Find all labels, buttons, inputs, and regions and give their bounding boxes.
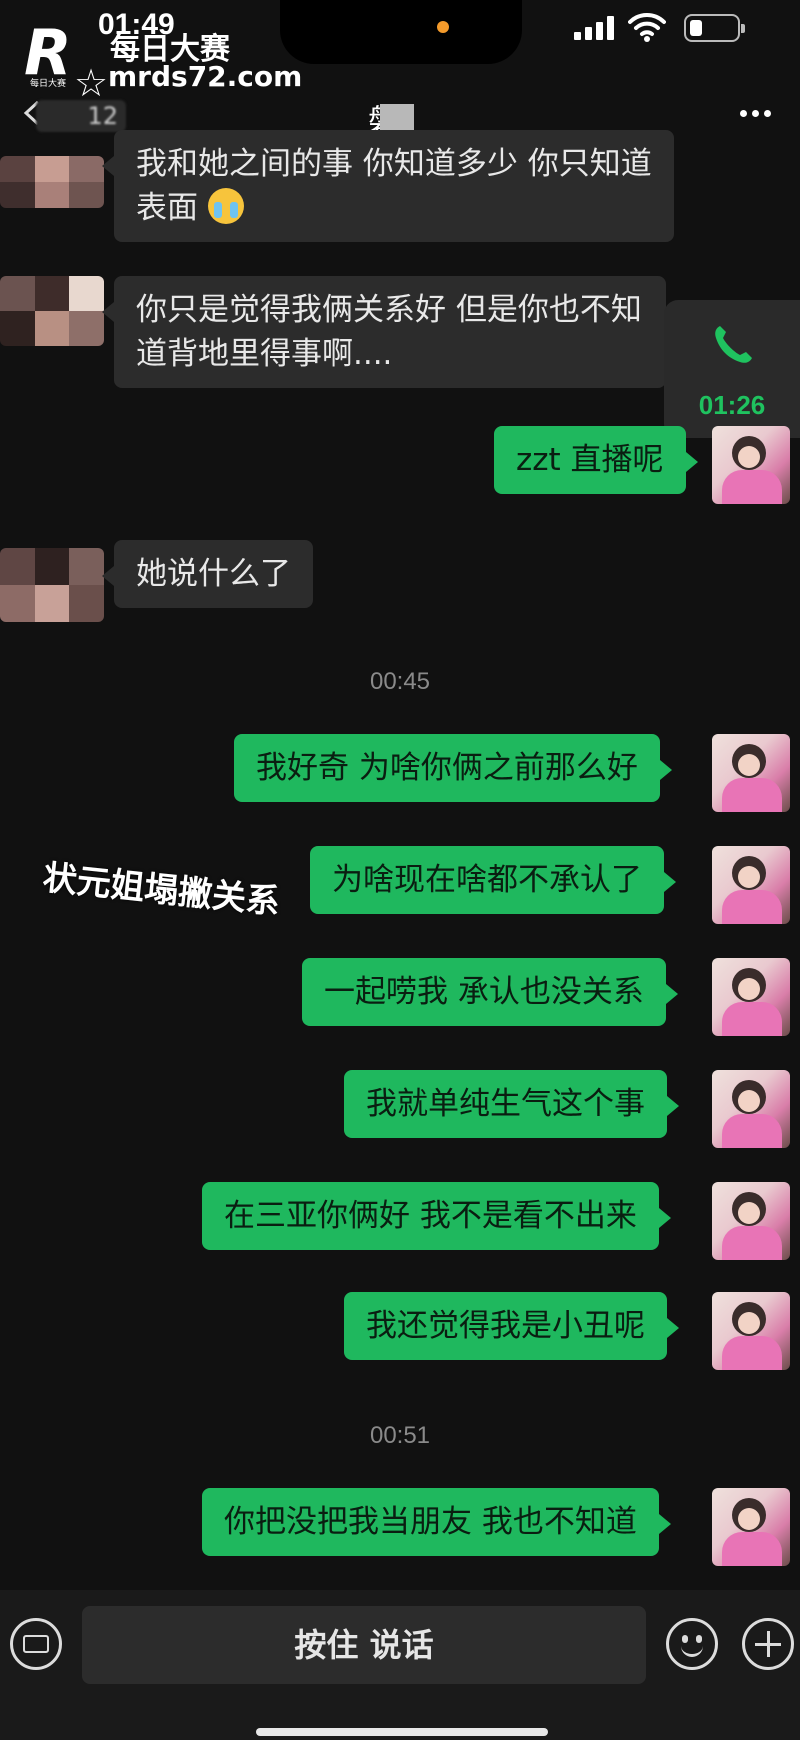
message-text: 你只是觉得我俩关系好 但是你也不知道背地里得事啊.... bbox=[136, 292, 642, 372]
contact-avatar[interactable] bbox=[0, 548, 104, 622]
message-text: 你把没把我当朋友 我也不知道 bbox=[224, 1504, 637, 1540]
cellular-signal-icon bbox=[574, 16, 616, 40]
user-avatar[interactable] bbox=[712, 846, 790, 924]
keyboard-toggle-icon[interactable] bbox=[10, 1618, 62, 1670]
battery-icon bbox=[684, 14, 745, 42]
call-duration: 01:26 bbox=[698, 390, 766, 420]
message-bubble-outgoing[interactable]: 一起唠我 承认也没关系 bbox=[302, 958, 678, 1026]
message-text: 我就单纯生气这个事 bbox=[366, 1086, 645, 1122]
watermark-logo-caption: 每日大赛 bbox=[30, 79, 67, 89]
add-attachment-icon[interactable] bbox=[742, 1618, 794, 1670]
home-indicator[interactable] bbox=[256, 1728, 548, 1736]
unread-count[interactable]: 12 bbox=[36, 100, 126, 132]
message-bubble-outgoing[interactable]: zzt 直播呢 bbox=[494, 426, 698, 494]
message-bubble-outgoing[interactable]: 我还觉得我是小丑呢 bbox=[344, 1292, 679, 1360]
star-icon: ☆ bbox=[74, 61, 109, 105]
message-bubble-outgoing[interactable]: 在三亚你俩好 我不是看不出来 bbox=[202, 1182, 671, 1250]
user-avatar[interactable] bbox=[712, 426, 790, 504]
message-bubble-incoming[interactable]: 你只是觉得我俩关系好 但是你也不知道背地里得事啊.... bbox=[102, 276, 666, 388]
message-text: 我好奇 为啥你俩之前那么好 bbox=[256, 750, 638, 786]
message-text: 她说什么了 bbox=[136, 556, 291, 592]
user-avatar[interactable] bbox=[712, 734, 790, 812]
message-text: 为啥现在啥都不承认了 bbox=[332, 862, 642, 898]
message-bubble-outgoing[interactable]: 为啥现在啥都不承认了 bbox=[310, 846, 676, 914]
user-avatar[interactable] bbox=[712, 1292, 790, 1370]
overlay-caption: 状元姐塌撇关系 bbox=[40, 857, 282, 923]
floating-call-widget[interactable]: 01:26 bbox=[664, 300, 800, 438]
watermark-logo: R 每日大赛 ☆ bbox=[22, 16, 108, 102]
contact-avatar[interactable] bbox=[0, 156, 104, 208]
emoji-icon[interactable] bbox=[666, 1618, 718, 1670]
contact-avatar[interactable] bbox=[0, 276, 104, 346]
dynamic-island bbox=[280, 0, 522, 64]
message-bubble-outgoing[interactable]: 你把没把我当朋友 我也不知道 bbox=[202, 1488, 671, 1556]
user-avatar[interactable] bbox=[712, 958, 790, 1036]
message-bubble-incoming[interactable]: 我和她之间的事 你知道多少 你只知道表面 bbox=[102, 130, 674, 242]
crying-face-emoji-icon bbox=[207, 188, 244, 224]
message-bubble-outgoing[interactable]: 我好奇 为啥你俩之前那么好 bbox=[234, 734, 672, 802]
message-text: 在三亚你俩好 我不是看不出来 bbox=[224, 1198, 637, 1234]
message-timestamp: 00:45 bbox=[369, 668, 431, 695]
phone-icon bbox=[715, 326, 752, 363]
user-avatar[interactable] bbox=[712, 1070, 790, 1148]
wifi-icon bbox=[628, 12, 666, 42]
recording-indicator-dot bbox=[437, 21, 449, 33]
message-text: 一起唠我 承认也没关系 bbox=[324, 974, 644, 1010]
message-bubble-outgoing[interactable]: 我就单纯生气这个事 bbox=[344, 1070, 679, 1138]
watermark-url: mrds72.com bbox=[108, 60, 303, 93]
message-text: 我还觉得我是小丑呢 bbox=[366, 1308, 645, 1344]
hold-to-talk-button[interactable]: 按住 说话 bbox=[82, 1606, 646, 1684]
message-bubble-incoming[interactable]: 她说什么了 bbox=[102, 540, 313, 608]
message-timestamp: 00:51 bbox=[369, 1422, 431, 1449]
message-text: zzt 直播呢 bbox=[516, 442, 664, 478]
user-avatar[interactable] bbox=[712, 1488, 790, 1566]
user-avatar[interactable] bbox=[712, 1182, 790, 1260]
